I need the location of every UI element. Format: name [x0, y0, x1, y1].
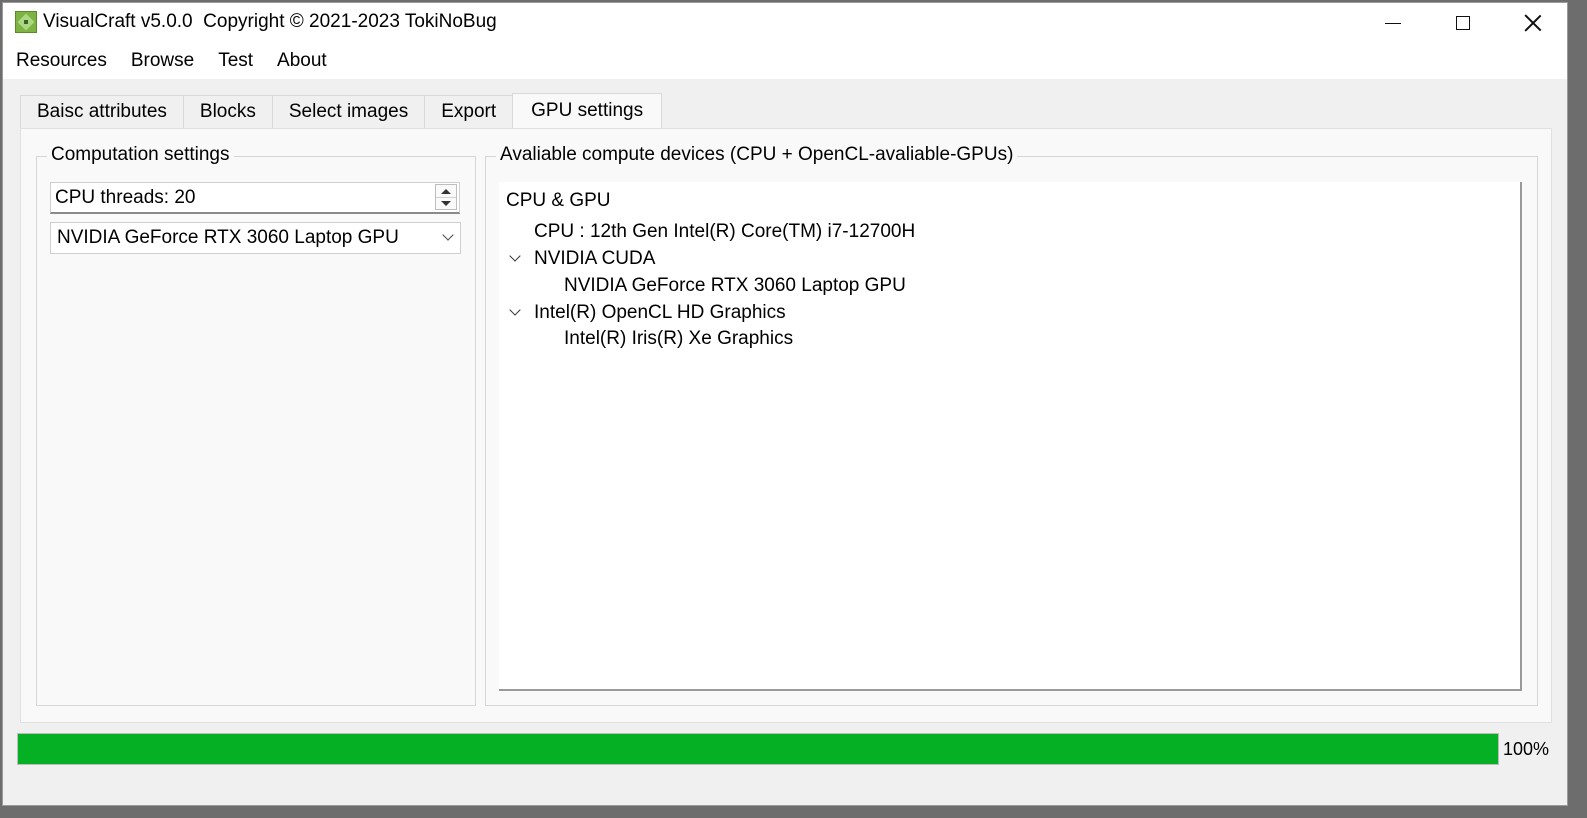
cpu-threads-spinbox[interactable]: CPU threads: 20: [50, 182, 460, 214]
compute-devices-tree[interactable]: CPU & GPU CPU : 12th Gen Intel(R) Core(T…: [499, 182, 1522, 691]
tree-item-platform[interactable]: NVIDIA CUDA: [534, 248, 655, 270]
tab-export[interactable]: Export: [424, 95, 514, 128]
main-window: VisualCraft v5.0.0 Copyright © 2021-2023…: [2, 2, 1568, 806]
tree-item-cpu[interactable]: CPU : 12th Gen Intel(R) Core(TM) i7-1270…: [534, 221, 915, 243]
menu-test[interactable]: Test: [206, 50, 265, 72]
status-area: 100%: [3, 727, 1567, 805]
minimize-icon: [1385, 22, 1401, 24]
tab-bar: Baisc attributes Blocks Select images Ex…: [20, 93, 663, 129]
window-title: VisualCraft v5.0.0 Copyright © 2021-2023…: [43, 11, 497, 32]
menu-about[interactable]: About: [265, 50, 339, 72]
tab-gpu-settings[interactable]: GPU settings: [512, 93, 663, 128]
compute-devices-group: Avaliable compute devices (CPU + OpenCL-…: [485, 144, 1538, 706]
close-icon: [1524, 14, 1542, 32]
cpu-threads-value: CPU threads: 20: [55, 187, 196, 208]
progress-label: 100%: [1503, 739, 1550, 759]
computation-settings-group: Computation settings CPU threads: 20 NVI…: [36, 144, 476, 706]
tab-blocks[interactable]: Blocks: [182, 95, 273, 128]
gpu-settings-panel: Computation settings CPU threads: 20 NVI…: [20, 128, 1552, 723]
compute-device-selected: NVIDIA GeForce RTX 3060 Laptop GPU: [57, 227, 399, 248]
menu-resources[interactable]: Resources: [3, 50, 119, 72]
caret-down-icon: [441, 200, 451, 206]
maximize-icon: [1456, 16, 1470, 30]
tree-item-device[interactable]: Intel(R) Iris(R) Xe Graphics: [564, 328, 793, 350]
expand-chevron-icon[interactable]: [509, 304, 521, 316]
progress-fill: [18, 734, 1498, 764]
spin-buttons: [435, 184, 457, 210]
title-bar[interactable]: VisualCraft v5.0.0 Copyright © 2021-2023…: [3, 3, 1567, 43]
menu-browse[interactable]: Browse: [119, 50, 206, 72]
menu-bar: Resources Browse Test About: [3, 43, 1567, 79]
caret-up-icon: [441, 188, 451, 194]
tab-basic-attributes[interactable]: Baisc attributes: [20, 95, 184, 128]
compute-device-select[interactable]: NVIDIA GeForce RTX 3060 Laptop GPU: [50, 222, 461, 254]
close-button[interactable]: [1498, 3, 1567, 43]
compute-devices-title: Avaliable compute devices (CPU + OpenCL-…: [496, 144, 1018, 166]
app-icon: [15, 11, 37, 33]
computation-settings-title: Computation settings: [47, 144, 234, 166]
tree-item-root[interactable]: CPU & GPU: [506, 190, 611, 212]
chevron-down-icon: [442, 229, 454, 241]
spin-down-button[interactable]: [436, 197, 456, 209]
tree-item-platform[interactable]: Intel(R) OpenCL HD Graphics: [534, 302, 786, 324]
tab-select-images[interactable]: Select images: [271, 95, 426, 128]
progress-bar: [17, 733, 1499, 765]
minimize-button[interactable]: [1358, 3, 1428, 43]
expand-chevron-icon[interactable]: [509, 250, 521, 262]
maximize-button[interactable]: [1428, 3, 1498, 43]
tree-item-device[interactable]: NVIDIA GeForce RTX 3060 Laptop GPU: [564, 275, 906, 297]
